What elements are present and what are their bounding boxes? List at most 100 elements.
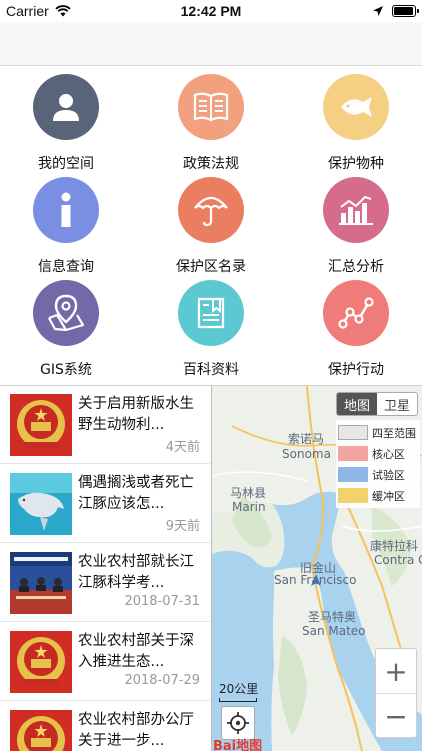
fish-icon	[341, 97, 372, 117]
legend-label: 缓冲区	[372, 489, 405, 503]
news-thumbnail	[10, 631, 72, 693]
legend-swatch	[338, 425, 368, 440]
legend-label: 核心区	[372, 447, 405, 461]
function-menu-grid: 我的空间 政策法规 保护物种 信息查询 保护区名录 汇总分析 GIS系统 百科资…	[0, 66, 422, 380]
menu-label: 政策法规	[183, 156, 239, 172]
map-place-label: Marin	[232, 500, 266, 514]
news-item[interactable]: 农业农村部办公厅关于进一步...	[0, 702, 210, 751]
navigation-bar	[0, 22, 422, 66]
location-arrow-icon	[373, 6, 383, 16]
crosshair-icon	[227, 712, 249, 734]
menu-icon-bg	[33, 74, 99, 140]
map-place-label: San Francisco	[274, 573, 357, 587]
menu-icon-bg	[178, 280, 244, 346]
map-zoom-control: + −	[375, 648, 417, 738]
legend-row: 核心区	[336, 443, 420, 464]
news-date: 9天前	[165, 519, 200, 534]
news-title: 偶遇搁浅或者死亡江豚应该怎...	[78, 475, 194, 512]
news-date: 2018-07-29	[124, 673, 200, 688]
menu-item-information-query[interactable]: 信息查询	[0, 173, 136, 276]
menu-item-protection-actions[interactable]: 保护行动	[286, 276, 422, 379]
news-title: 农业农村部就长江江豚科学考...	[78, 554, 194, 591]
map-legend: 四至范围 核心区 试验区 缓冲区	[336, 420, 420, 508]
user-icon	[53, 94, 79, 121]
menu-item-summary-analysis[interactable]: 汇总分析	[286, 173, 422, 276]
press-conference-image	[10, 552, 72, 614]
map-place-label: 圣马特奥	[308, 610, 357, 624]
battery-level	[394, 7, 413, 15]
umbrella-icon	[194, 196, 228, 227]
status-bar: Carrier 12:42 PM	[0, 0, 422, 22]
map-type-satellite-button[interactable]: 卫星	[377, 393, 417, 415]
legend-label: 四至范围	[372, 426, 416, 440]
baidu-map-logo: Bai地图	[213, 739, 263, 751]
menu-icon-bg	[33, 280, 99, 346]
encyclopedia-icon	[197, 297, 225, 329]
map-scale-bar	[219, 698, 257, 702]
zoom-in-button[interactable]: +	[376, 649, 416, 694]
menu-icon-bg	[33, 177, 99, 243]
map-place-label: 索诺马	[288, 432, 325, 446]
legend-swatch	[338, 446, 368, 461]
map-place-label: Sonoma	[282, 447, 331, 461]
menu-label: 我的空间	[38, 156, 94, 172]
battery-icon	[392, 5, 419, 17]
national-emblem-image	[10, 710, 72, 751]
menu-item-my-space[interactable]: 我的空间	[0, 70, 136, 173]
legend-swatch	[338, 467, 368, 482]
menu-label: 保护行动	[328, 362, 384, 378]
menu-label: GIS系统	[40, 362, 92, 378]
news-list: 关于启用新版水生野生动物利... 4天前 偶遇搁浅或者死亡江豚应该怎... 9天…	[0, 386, 210, 751]
news-title: 农业农村部办公厅关于进一步...	[78, 712, 194, 749]
book-icon	[193, 92, 229, 122]
menu-item-encyclopedia[interactable]: 百科资料	[141, 276, 281, 379]
map-pin-icon	[48, 294, 85, 332]
map-type-toggle: 地图 卫星	[336, 392, 418, 416]
bar-chart-icon	[339, 195, 373, 225]
map-place-label: 康特拉科	[370, 539, 419, 553]
menu-label: 汇总分析	[328, 259, 384, 275]
menu-label: 百科资料	[183, 362, 239, 378]
national-emblem-image	[10, 631, 72, 693]
line-chart-icon	[338, 297, 374, 329]
menu-icon-bg	[323, 280, 389, 346]
map-type-standard-button[interactable]: 地图	[337, 393, 377, 415]
info-icon	[61, 192, 71, 227]
menu-icon-bg	[323, 74, 389, 140]
news-thumbnail	[10, 394, 72, 456]
menu-label: 保护物种	[328, 156, 384, 172]
legend-row: 缓冲区	[336, 485, 420, 506]
menu-item-protected-species[interactable]: 保护物种	[286, 70, 422, 173]
status-right	[372, 5, 419, 17]
legend-row: 四至范围	[336, 422, 420, 443]
news-date: 2018-07-31	[124, 594, 200, 609]
bottom-panel: 关于启用新版水生野生动物利... 4天前 偶遇搁浅或者死亡江豚应该怎... 9天…	[0, 385, 422, 751]
news-item[interactable]: 农业农村部就长江江豚科学考... 2018-07-31	[0, 544, 210, 622]
map-scale-label: 20公里	[219, 682, 259, 696]
menu-item-policy-regulations[interactable]: 政策法规	[141, 70, 281, 173]
menu-item-gis-system[interactable]: GIS系统	[0, 276, 136, 379]
news-item[interactable]: 关于启用新版水生野生动物利... 4天前	[0, 386, 210, 464]
map-place-label: Contra C	[374, 553, 422, 567]
news-item[interactable]: 农业农村部关于深入推进生态... 2018-07-29	[0, 623, 210, 701]
news-thumbnail	[10, 710, 72, 751]
zoom-out-button[interactable]: −	[376, 694, 416, 739]
menu-label: 保护区名录	[176, 259, 246, 275]
menu-item-reserve-directory[interactable]: 保护区名录	[141, 173, 281, 276]
news-thumbnail	[10, 552, 72, 614]
map-place-label: 马林县	[230, 486, 267, 500]
status-time: 12:42 PM	[180, 3, 242, 19]
map-view[interactable]: 索诺马 Sonoma 马林县 Marin 旧金山 San Francisco 圣…	[211, 386, 422, 751]
menu-label: 信息查询	[38, 259, 94, 275]
menu-icon-bg	[323, 177, 389, 243]
news-item[interactable]: 偶遇搁浅或者死亡江豚应该怎... 9天前	[0, 465, 210, 543]
porpoise-image	[10, 473, 72, 535]
menu-icon-bg	[178, 74, 244, 140]
news-thumbnail	[10, 473, 72, 535]
national-emblem-image	[10, 394, 72, 456]
map-place-label: San Mateo	[302, 624, 366, 638]
menu-icon-bg	[178, 177, 244, 243]
legend-label: 试验区	[372, 468, 405, 482]
news-date: 4天前	[165, 440, 200, 455]
legend-swatch	[338, 488, 368, 503]
